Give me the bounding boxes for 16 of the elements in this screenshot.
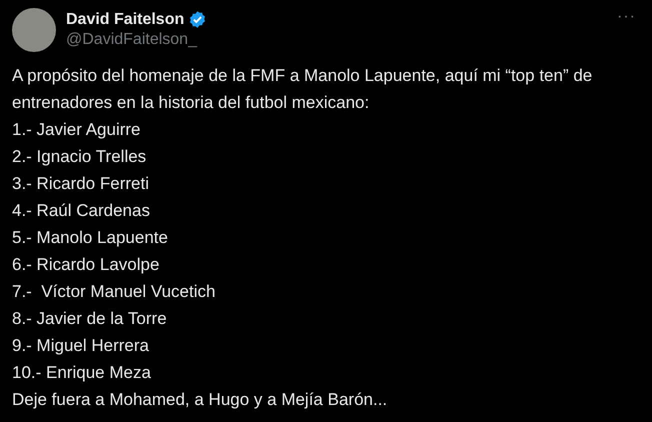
ranking-line: 2.- Ignacio Trelles <box>12 146 148 168</box>
ranking-line: 7.- Víctor Manuel Vucetich <box>12 281 216 303</box>
author-name[interactable]: David Faitelson <box>66 10 184 28</box>
ranking-line: 8.- Javier de la Torre <box>12 308 168 330</box>
ranking-line: 5.- Manolo Lapuente <box>12 227 169 249</box>
ranking-line: 9.- Miguel Herrera <box>12 335 150 357</box>
ranking-line: 10.- Enrique Meza <box>12 362 152 384</box>
ranking-line: 1.- Javier Aguirre <box>12 119 142 141</box>
ranking-line: 3.- Ricardo Ferreti <box>12 173 150 195</box>
tweet-intro: A propósito del homenaje de la FMF a Manolo Lapuente, aquí mi “top ten” de entrenadores en la historia del futbol mexicano: <box>12 65 594 114</box>
more-menu-button[interactable]: ··· <box>613 8 640 26</box>
avatar-placeholder[interactable] <box>12 8 56 52</box>
ranking-line: 4.- Raúl Cardenas <box>12 200 151 222</box>
tweet-outro: Deje fuera a Mohamed, a Hugo y a Mejía Barón... <box>12 389 388 411</box>
author-handle[interactable]: @DavidFaitelson_ <box>66 31 208 49</box>
ranking-line: 6.- Ricardo Lavolpe <box>12 254 160 276</box>
